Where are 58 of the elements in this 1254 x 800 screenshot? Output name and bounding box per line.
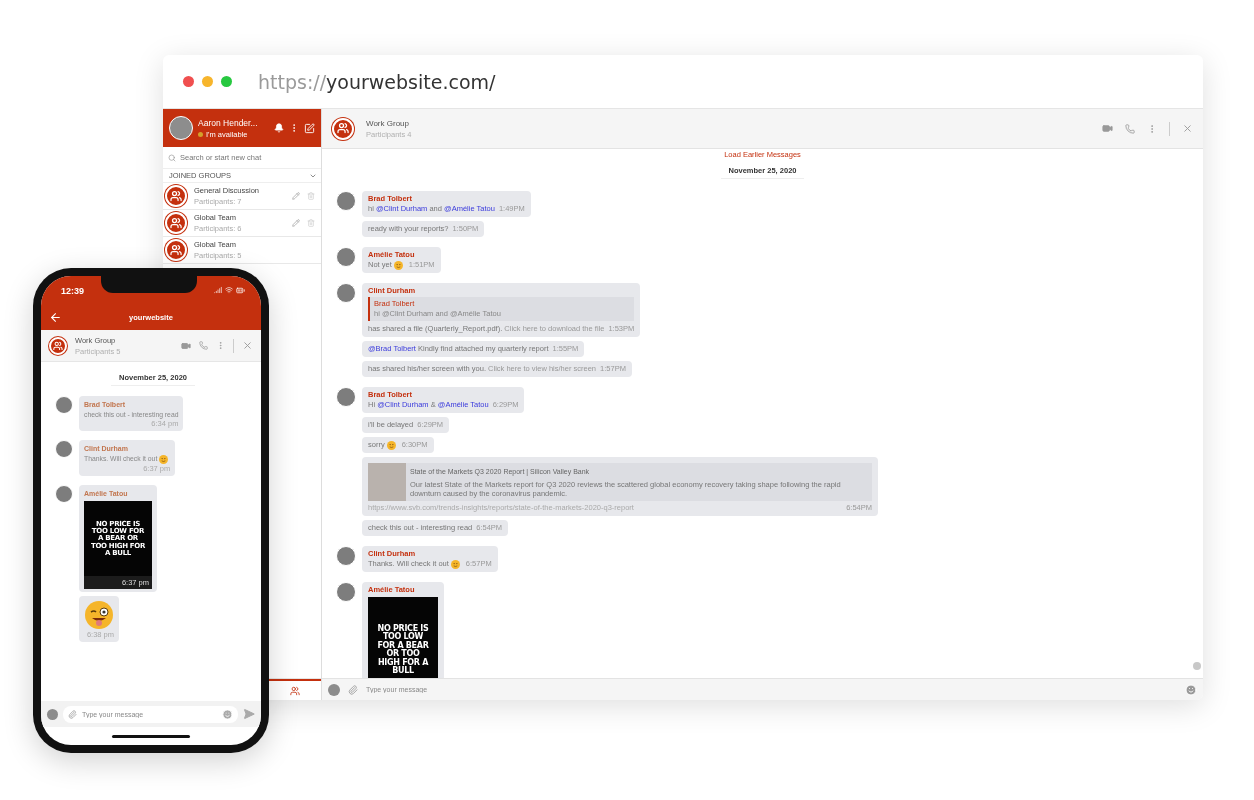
emoji-icon (450, 559, 460, 569)
group-avatar-icon (49, 336, 67, 355)
close-icon[interactable] (1182, 123, 1193, 134)
sender-avatar (336, 387, 356, 407)
link-preview-card[interactable] (368, 463, 872, 501)
pencil-icon[interactable] (292, 192, 300, 200)
search-icon (168, 153, 176, 162)
back-icon[interactable] (49, 310, 62, 324)
status-dot (198, 131, 203, 137)
user-avatar (169, 116, 193, 140)
trash-icon[interactable] (307, 219, 315, 227)
status-time: 12:39 (61, 286, 85, 296)
people-icon (290, 685, 300, 696)
paperclip-icon[interactable] (348, 684, 358, 695)
winking-face-icon (84, 599, 114, 630)
user-name: Aaron Hender... (198, 117, 259, 128)
signal-icon (214, 286, 222, 294)
sender-avatar (336, 247, 356, 267)
close-icon[interactable] (242, 340, 253, 351)
sender-avatar (336, 283, 356, 303)
sender-avatar (336, 546, 356, 566)
bell-icon[interactable] (274, 123, 284, 133)
poster-text: NO PRICE IS TOO LOW FOR A BEAR OR TOO HIGH FOR A BULL (376, 625, 430, 676)
battery-icon (236, 286, 245, 295)
emoji-picker-icon[interactable] (1185, 683, 1197, 696)
phone-icon[interactable] (199, 341, 208, 350)
send-icon[interactable] (243, 708, 255, 720)
sender-avatar (336, 582, 356, 602)
quote-poster-image[interactable]: NO PRICE IS TOO LOW FOR A BEAR OR TOO HIGH FOR A BULL (368, 597, 438, 678)
add-button[interactable] (328, 683, 340, 696)
wifi-icon (225, 286, 233, 294)
chat-title: Work Group (366, 118, 410, 128)
trash-icon[interactable] (307, 192, 315, 200)
compose-icon[interactable] (304, 122, 315, 134)
sender-avatar (55, 396, 73, 414)
group-avatar-icon (332, 117, 354, 140)
emoji-picker-icon[interactable] (222, 708, 233, 720)
sidebar-tab[interactable] (269, 679, 321, 700)
video-call-icon[interactable] (181, 340, 191, 351)
emoji-icon (159, 454, 169, 464)
close-window-button[interactable] (183, 76, 194, 87)
add-button[interactable] (47, 708, 58, 720)
url-host: yourwebsite.com/ (326, 70, 496, 93)
minimize-window-button[interactable] (202, 76, 213, 87)
more-options-icon[interactable] (216, 341, 225, 350)
emoji-icon (393, 260, 403, 270)
pencil-icon[interactable] (292, 219, 300, 227)
sender-avatar (55, 484, 73, 503)
video-call-icon[interactable] (1102, 123, 1113, 134)
maximize-window-button[interactable] (221, 76, 232, 87)
emoji-icon (386, 440, 396, 450)
phone-icon[interactable] (1125, 123, 1135, 134)
sender-avatar (55, 440, 73, 458)
paperclip-icon[interactable] (68, 709, 77, 719)
scroll-down-button[interactable] (1193, 662, 1201, 670)
sender-avatar (336, 191, 356, 211)
url-scheme: https:// (258, 70, 327, 93)
preview-thumbnail (368, 463, 406, 501)
